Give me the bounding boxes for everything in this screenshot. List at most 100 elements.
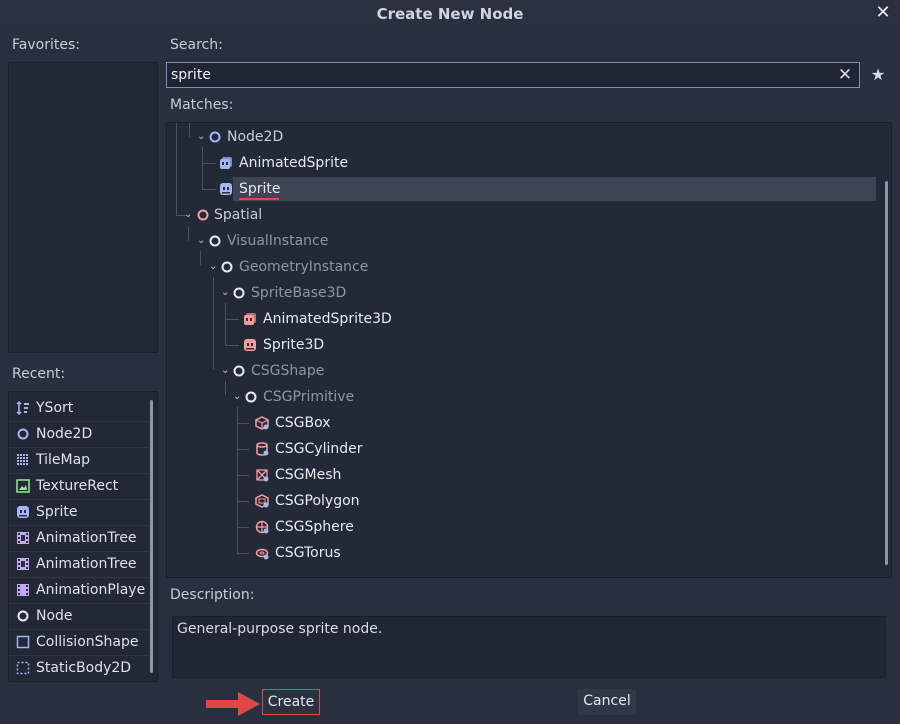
circle-outline-icon [233, 287, 245, 299]
recent-item[interactable]: YSort [9, 395, 149, 421]
tree-label: VisualInstance [227, 233, 329, 249]
tree-label: CSGMesh [275, 467, 342, 483]
tree-row-sprite[interactable]: Sprite [167, 177, 891, 201]
tree-row-animatedsprite[interactable]: AnimatedSprite [167, 151, 891, 175]
recent-item[interactable]: AnimationPlaye [9, 577, 149, 603]
description-text: General-purpose sprite node. [177, 621, 383, 637]
recent-item[interactable]: AnimationTree [9, 551, 149, 577]
circle-outline-icon [233, 365, 245, 377]
csg-sphere-icon [255, 520, 269, 534]
circle-outline-icon [221, 261, 233, 273]
tree-row-animatedsprite3d[interactable]: AnimatedSprite3D [167, 307, 891, 331]
create-new-node-dialog: Create New Node ✕ Favorites: Recent: YSo… [0, 0, 900, 724]
arrow-right-icon [206, 692, 260, 716]
recent-item[interactable]: StaticBody2D [9, 655, 149, 681]
circle-outline-icon [245, 391, 257, 403]
recent-item[interactable]: Sprite [9, 499, 149, 525]
matches-scrollbar[interactable] [885, 181, 888, 565]
tree-label: Spatial [214, 207, 263, 223]
chevron-down-icon[interactable]: ⌄ [233, 392, 243, 402]
csg-polygon-icon [255, 494, 269, 508]
create-button[interactable]: Create [262, 689, 320, 715]
tree-row-csgprimitive[interactable]: ⌄ CSGPrimitive [167, 385, 891, 409]
tree-row-csgsphere[interactable]: CSGSphere [167, 515, 891, 539]
recent-item[interactable]: CollisionShape [9, 629, 149, 655]
chevron-down-icon[interactable]: ⌄ [197, 236, 207, 246]
csg-torus-icon [255, 548, 269, 560]
animated-sprite-3d-icon [244, 313, 256, 325]
tree-label: CSGBox [275, 415, 331, 431]
tree-row-csgshape[interactable]: ⌄ CSGShape [167, 359, 891, 383]
tree-label: Node2D [227, 129, 284, 145]
static-body-2d-icon [16, 661, 30, 675]
tree-row-sprite3d[interactable]: Sprite3D [167, 333, 891, 357]
match-underline [239, 198, 279, 200]
chevron-down-icon[interactable]: ⌄ [221, 366, 231, 376]
recent-item[interactable]: Node [9, 603, 149, 629]
tree-label: GeometryInstance [239, 259, 369, 275]
circle-outline-icon [209, 131, 221, 143]
chevron-down-icon[interactable]: ⌄ [184, 210, 194, 220]
circle-outline-icon [197, 209, 209, 221]
tree-row-csgmesh[interactable]: CSGMesh [167, 463, 891, 487]
collision-shape-icon [16, 635, 30, 649]
recent-item[interactable]: AnimationTree [9, 525, 149, 551]
circle-outline-icon [17, 610, 29, 622]
tree-row-csgpolygon[interactable]: CSGPolygon [167, 489, 891, 513]
tree-row-spatial[interactable]: ⌄ Spatial [167, 203, 891, 227]
chevron-down-icon[interactable]: ⌄ [209, 262, 219, 272]
tilemap-icon [17, 454, 28, 465]
clear-search-icon[interactable]: ✕ [835, 64, 855, 86]
close-icon[interactable]: ✕ [872, 2, 894, 24]
csg-box-icon [255, 416, 269, 430]
tree-label: CSGPrimitive [263, 389, 355, 405]
search-box: ✕ [166, 62, 860, 88]
recent-item[interactable]: TileMap [9, 447, 149, 473]
star-icon[interactable]: ★ [868, 64, 888, 86]
texture-rect-icon [16, 479, 30, 493]
sprite-icon [220, 183, 232, 195]
recent-item[interactable]: Node2D [9, 421, 149, 447]
recent-item[interactable]: TextureRect [9, 473, 149, 499]
chevron-down-icon[interactable]: ⌄ [197, 132, 207, 142]
favorites-label: Favorites: [12, 37, 80, 53]
matches-tree[interactable]: ⌄ Node2D AnimatedSprite Sprite ⌄ Spatial… [166, 122, 892, 578]
dialog-title: Create New Node [376, 5, 524, 23]
circle-outline-icon [209, 235, 221, 247]
tree-row-csgcylinder[interactable]: CSGCylinder [167, 437, 891, 461]
recent-scrollbar[interactable] [150, 400, 153, 673]
tree-label: AnimatedSprite [239, 155, 349, 171]
tree-row-csgtorus[interactable]: CSGTorus [167, 541, 891, 565]
tree-label: CSGCylinder [275, 441, 363, 457]
tree-label: CSGShape [251, 363, 325, 379]
description-box: General-purpose sprite node. [172, 616, 886, 678]
circle-outline-icon [17, 428, 29, 440]
csg-mesh-icon [256, 469, 269, 482]
tree-label: AnimatedSprite3D [263, 311, 392, 327]
cancel-button[interactable]: Cancel [578, 689, 636, 715]
tree-row-csgbox[interactable]: CSGBox [167, 411, 891, 435]
animation-player-icon [17, 584, 29, 596]
matches-label: Matches: [170, 97, 234, 113]
sprite-icon [17, 506, 29, 518]
animation-tree-icon [17, 558, 29, 570]
title-bar: Create New Node ✕ [0, 0, 900, 28]
search-input[interactable] [171, 65, 831, 85]
tree-row-geometryinstance[interactable]: ⌄ GeometryInstance [167, 255, 891, 279]
ysort-icon [16, 401, 29, 415]
tree-label: CSGTorus [275, 545, 341, 561]
description-label: Description: [170, 587, 255, 603]
favorites-list[interactable] [8, 62, 158, 353]
csg-cylinder-icon [256, 442, 269, 456]
animation-tree-icon [17, 532, 29, 544]
search-label: Search: [170, 37, 223, 53]
chevron-down-icon[interactable]: ⌄ [221, 288, 231, 298]
tree-row-spritebase3d[interactable]: ⌄ SpriteBase3D [167, 281, 891, 305]
tree-row-node2d[interactable]: ⌄ Node2D [167, 125, 891, 149]
tree-label: Sprite3D [263, 337, 325, 353]
recent-label: Recent: [12, 366, 66, 382]
tree-label: CSGSphere [275, 519, 354, 535]
tree-row-visualinstance[interactable]: ⌄ VisualInstance [167, 229, 891, 253]
tree-label: CSGPolygon [275, 493, 360, 509]
animated-sprite-icon [220, 157, 232, 169]
